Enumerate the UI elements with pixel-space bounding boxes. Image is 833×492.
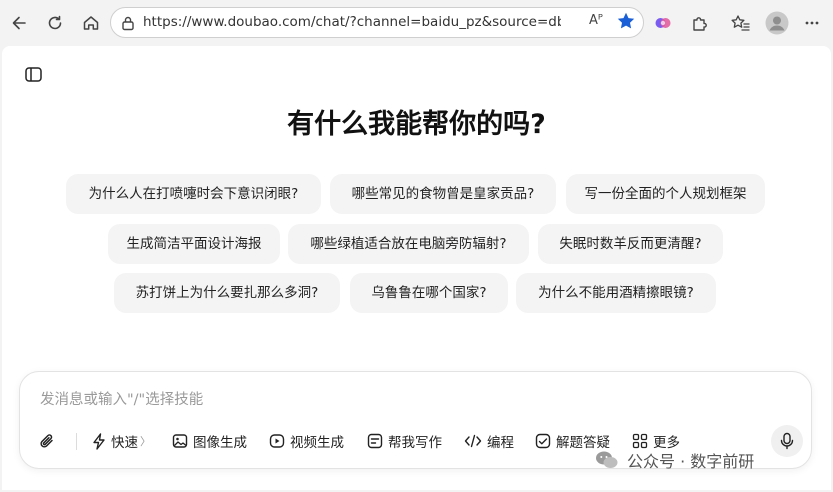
video-generation-label: 视频生成 [290, 435, 344, 451]
more-dots-icon [805, 21, 819, 25]
refresh-icon [48, 15, 62, 30]
image-generation-label: 图像生成 [193, 435, 247, 451]
suggestion-chip[interactable]: 苏打饼上为什么要扎那么多洞? [114, 273, 340, 313]
image-icon [172, 434, 188, 448]
page-title: 有什么我能帮你的吗? [287, 109, 546, 140]
quick-mode-label: 快速 [111, 435, 138, 451]
wechat-watermark: 公众号 · 数字前研 [595, 448, 754, 472]
read-aloud-icon[interactable]: Aᴾ [589, 13, 603, 28]
paperclip-icon [40, 434, 53, 448]
document-pen-icon [367, 433, 383, 449]
play-circle-icon [269, 434, 285, 448]
home-button[interactable] [77, 9, 105, 37]
suggestion-chip[interactable]: 写一份全面的个人规划框架 [566, 174, 765, 214]
voice-input-button[interactable] [771, 425, 803, 457]
favorite-star-icon[interactable] [616, 11, 636, 35]
quick-mode-button[interactable]: 快速 〉 [92, 429, 151, 453]
image-generation-button[interactable]: 图像生成 [172, 429, 247, 453]
suggestion-chip[interactable]: 生成简洁平面设计海报 [108, 224, 280, 264]
browser-toolbar: https://www.doubao.com/chat/?channel=bai… [0, 0, 833, 46]
lock-icon [121, 15, 135, 35]
writing-assistant-label: 帮我写作 [388, 435, 442, 451]
suggestion-chip[interactable]: 哪些绿植适合放在电脑旁防辐射? [288, 224, 529, 264]
copilot-button[interactable] [649, 9, 677, 37]
suggestion-chip[interactable]: 失眠时数羊反而更清醒? [538, 224, 723, 264]
sidebar-panel-icon [24, 66, 42, 82]
toolbar-divider [76, 433, 77, 450]
profile-button[interactable] [763, 9, 791, 37]
suggestion-chip[interactable]: 为什么人在打喷嚏时会下意识闭眼? [66, 174, 321, 214]
extensions-button[interactable] [686, 9, 714, 37]
suggestion-chip[interactable]: 哪些常见的食物曾是皇家贡品? [330, 174, 556, 214]
back-button[interactable] [5, 9, 33, 37]
favorites-button[interactable] [727, 9, 755, 37]
attach-button[interactable] [38, 429, 61, 453]
wechat-icon [596, 451, 618, 468]
suggestion-chip[interactable]: 乌鲁鲁在哪个国家? [350, 273, 508, 313]
chevron-right-icon: 〉 [140, 435, 151, 448]
refresh-button[interactable] [41, 9, 69, 37]
copilot-icon [655, 18, 671, 28]
coding-label: 编程 [487, 435, 514, 451]
url-text[interactable]: https://www.doubao.com/chat/?channel=bai… [143, 14, 561, 30]
puzzle-icon [693, 17, 707, 31]
coding-button[interactable]: 编程 [464, 429, 514, 453]
writing-assistant-button[interactable]: 帮我写作 [367, 429, 442, 453]
suggestion-chip[interactable]: 为什么不能用酒精擦眼镜? [516, 273, 716, 313]
microphone-icon [780, 432, 794, 450]
sidebar-toggle-button[interactable] [22, 63, 44, 85]
favorites-list-icon [731, 15, 750, 31]
home-icon [83, 16, 99, 30]
avatar-icon [765, 11, 789, 35]
back-arrow-icon [12, 16, 26, 30]
chat-page: 有什么我能帮你的吗? 为什么人在打喷嚏时会下意识闭眼? 哪些常见的食物曾是皇家贡… [2, 46, 831, 490]
grid-icon [632, 433, 648, 449]
settings-more-button[interactable] [798, 9, 826, 37]
video-generation-button[interactable]: 视频生成 [269, 429, 344, 453]
address-bar[interactable]: https://www.doubao.com/chat/?channel=bai… [110, 7, 644, 38]
code-icon [464, 434, 482, 448]
lightning-icon [93, 432, 105, 450]
message-input[interactable] [38, 386, 742, 414]
watermark-text: 公众号 · 数字前研 [627, 452, 755, 471]
check-square-icon [535, 433, 551, 449]
